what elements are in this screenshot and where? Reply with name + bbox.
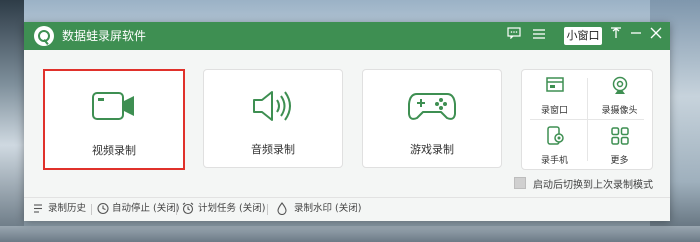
grid-icon [610, 127, 629, 145]
record-window-label: 录窗口 [540, 106, 568, 116]
status-bar: 录制历史 自动停止 (关闭) 计划任务 (关闭) 录制水印 (关闭) [24, 197, 670, 221]
minimize-icon[interactable] [626, 26, 646, 46]
audio-record-label: 音频录制 [251, 143, 295, 156]
message-icon[interactable] [504, 26, 524, 46]
menu-icon[interactable] [529, 26, 549, 46]
camera-icon [92, 92, 134, 120]
record-webcam-button[interactable]: 录摄像头 [587, 70, 652, 119]
app-logo-icon [34, 26, 54, 46]
webcam-icon [612, 76, 627, 94]
record-phone-label: 录手机 [540, 156, 568, 166]
window-icon [545, 77, 564, 92]
title-bar[interactable]: 数据蛙录屏软件 小窗口 [24, 22, 670, 50]
mini-options-panel: 录窗口 录摄像头 录手机 更多 [521, 69, 653, 170]
game-record-card[interactable]: 游戏录制 [362, 69, 502, 168]
status-separator [91, 204, 92, 215]
audio-record-card[interactable]: 音频录制 [203, 69, 343, 168]
history-icon [34, 204, 42, 213]
desktop-background-bottom [0, 226, 700, 242]
app-window: 数据蛙录屏软件 小窗口 视频录制 音频录制 游戏录制 录窗口 录摄像头 录手机 … [24, 22, 670, 221]
drop-icon [277, 202, 287, 215]
restore-last-mode-label: 启动后切换到上次录制模式 [533, 180, 653, 191]
record-webcam-label: 录摄像头 [601, 106, 638, 116]
pin-icon[interactable] [606, 26, 626, 46]
record-phone-button[interactable]: 录手机 [522, 120, 587, 169]
desktop-background-left [0, 0, 24, 242]
record-history-link[interactable]: 录制历史 [48, 203, 86, 215]
speaker-icon [253, 91, 291, 121]
status-separator [176, 204, 177, 215]
game-record-label: 游戏录制 [410, 143, 454, 156]
mini-window-button[interactable]: 小窗口 [564, 27, 602, 45]
status-separator [267, 204, 268, 215]
video-record-card[interactable]: 视频录制 [43, 69, 185, 170]
phone-icon [546, 126, 564, 145]
restore-last-mode-checkbox[interactable] [514, 177, 526, 189]
gamepad-icon [408, 93, 456, 120]
video-record-label: 视频录制 [92, 144, 136, 157]
alarm-icon [182, 202, 194, 215]
clock-icon [97, 202, 109, 215]
record-window-button[interactable]: 录窗口 [522, 70, 587, 119]
more-options-button[interactable]: 更多 [587, 120, 652, 169]
scheduled-task-link[interactable]: 计划任务 (关闭) [198, 203, 265, 215]
close-icon[interactable] [646, 26, 666, 46]
app-title: 数据蛙录屏软件 [62, 29, 147, 43]
auto-stop-link[interactable]: 自动停止 (关闭) [112, 203, 179, 215]
watermark-link[interactable]: 录制水印 (关闭) [294, 203, 361, 215]
more-options-label: 更多 [610, 156, 629, 166]
